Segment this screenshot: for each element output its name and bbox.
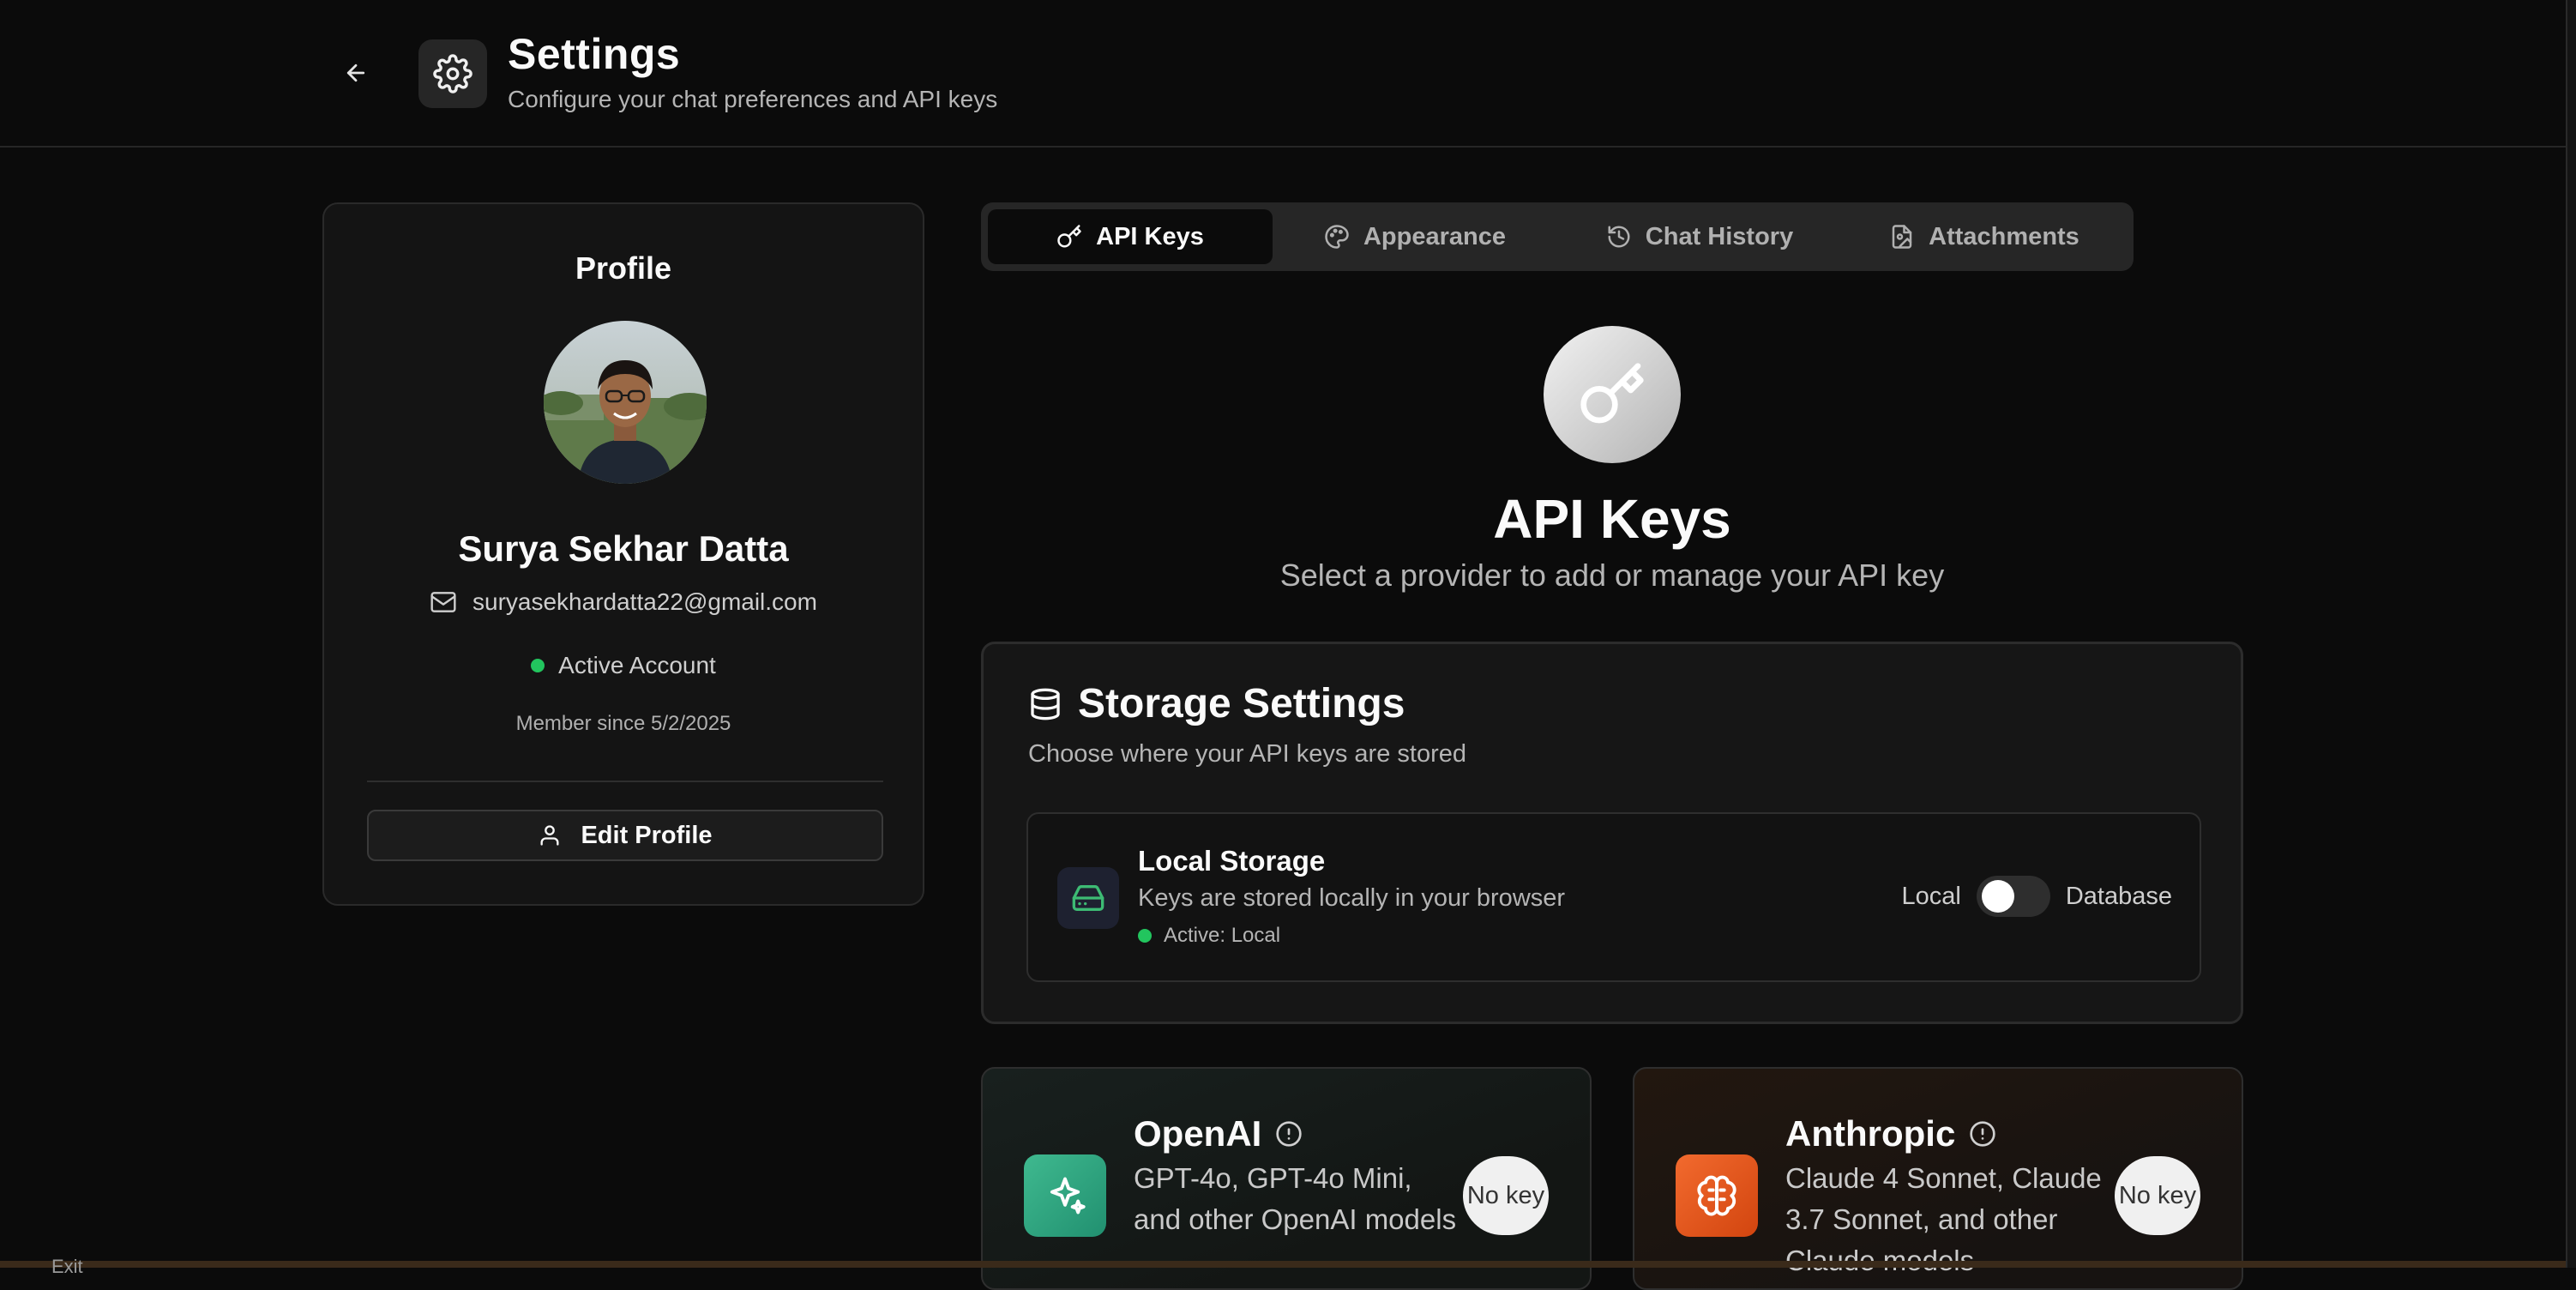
- active-label: Active: Local: [1164, 924, 1281, 947]
- provider-card-anthropic[interactable]: Anthropic Claude 4 Sonnet, Claude 3.7 So…: [1633, 1067, 2243, 1290]
- settings-tabs: API Keys Appearance Chat History Attachm…: [981, 202, 2134, 271]
- storage-heading: Storage Settings: [1028, 680, 1405, 727]
- local-storage-description: Keys are stored locally in your browser: [1138, 884, 1566, 912]
- brain-icon: [1697, 1175, 1736, 1216]
- back-button[interactable]: [340, 57, 372, 89]
- storage-toggle-group: Local Database: [1902, 876, 2172, 917]
- section-subtitle: Select a provider to add or manage your …: [1279, 558, 1945, 593]
- database-icon: [1031, 688, 1060, 720]
- member-since: Member since 5/2/2025: [515, 712, 731, 735]
- active-dot-icon: [1138, 929, 1152, 943]
- mail-icon: [430, 592, 456, 612]
- profile-heading: Profile: [575, 250, 672, 286]
- user-icon: [540, 825, 559, 846]
- tab-label: Chat History: [1645, 222, 1794, 250]
- local-storage-option: Local Storage Keys are stored locally in…: [1026, 812, 2201, 982]
- openai-logo: [1024, 1154, 1106, 1237]
- info-icon[interactable]: [1275, 1120, 1303, 1148]
- account-status: Active Account: [324, 652, 923, 679]
- sparkles-icon: [1050, 1177, 1086, 1215]
- key-status-badge: No key: [2115, 1156, 2200, 1235]
- tab-label: API Keys: [1096, 222, 1204, 250]
- api-key-badge: [1544, 326, 1681, 463]
- key-status-badge: No key: [1463, 1156, 1549, 1235]
- provider-card-openai[interactable]: OpenAI GPT-4o, GPT-4o Mini, and other Op…: [981, 1067, 1592, 1290]
- storage-description: Choose where your API keys are stored: [1028, 740, 1466, 768]
- email-row: suryasekhardatta22@gmail.com: [324, 588, 923, 616]
- key-icon: [1057, 225, 1081, 248]
- active-indicator: Active: Local: [1138, 924, 1280, 948]
- tab-appearance[interactable]: Appearance: [1273, 209, 1557, 264]
- tab-api-keys[interactable]: API Keys: [988, 209, 1273, 264]
- toggle-right-label: Database: [2065, 882, 2172, 910]
- tab-chat-history[interactable]: Chat History: [1557, 209, 1842, 264]
- profile-email: suryasekhardatta22@gmail.com: [472, 588, 817, 615]
- provider-name: OpenAI: [1134, 1113, 1262, 1154]
- tab-label: Attachments: [1929, 222, 2079, 250]
- key-icon: [1580, 363, 1644, 424]
- divider: [367, 781, 883, 782]
- page-header: Settings Configure your chat preferences…: [0, 0, 2566, 148]
- profile-name: Surya Sekhar Datta: [458, 528, 789, 569]
- provider-name: Anthropic: [1785, 1113, 1956, 1154]
- anthropic-logo: [1676, 1154, 1758, 1237]
- history-icon: [1608, 226, 1630, 248]
- status-dot-icon: [531, 659, 545, 672]
- storage-settings-card: Storage Settings Choose where your API k…: [981, 642, 2243, 1024]
- window-bottom-edge: [0, 1261, 2566, 1268]
- drive-badge: [1057, 867, 1119, 929]
- storage-title: Storage Settings: [1078, 681, 1405, 726]
- settings-badge: [418, 39, 487, 108]
- storage-toggle[interactable]: [1976, 876, 2050, 917]
- toggle-left-label: Local: [1901, 882, 1961, 910]
- tab-attachments[interactable]: Attachments: [1842, 209, 2127, 264]
- profile-card: Profile Surya Sekhar Datta suryasekharda…: [322, 202, 924, 906]
- hard-drive-icon: [1072, 885, 1104, 911]
- provider-name-row: OpenAI: [1134, 1113, 1303, 1154]
- section-title: API Keys: [1493, 488, 1731, 550]
- page-title: Settings: [508, 30, 681, 78]
- account-status-label: Active Account: [558, 652, 716, 678]
- page-subtitle: Configure your chat preferences and API …: [508, 86, 998, 112]
- palette-icon: [1325, 225, 1349, 249]
- provider-description: GPT-4o, GPT-4o Mini, and other OpenAI mo…: [1134, 1162, 1457, 1235]
- window-edge: [2566, 0, 2576, 1268]
- toggle-knob: [1981, 880, 2014, 913]
- edit-profile-button[interactable]: Edit Profile: [367, 810, 883, 861]
- provider-name-row: Anthropic: [1785, 1113, 1996, 1154]
- avatar: [544, 321, 707, 484]
- local-storage-title: Local Storage: [1138, 845, 1326, 877]
- bottom-fragment-text: Exit: [51, 1256, 83, 1277]
- file-image-icon: [1892, 225, 1912, 249]
- gear-icon: [433, 54, 472, 93]
- tab-label: Appearance: [1363, 222, 1506, 250]
- info-icon[interactable]: [1969, 1120, 1996, 1148]
- edit-profile-label: Edit Profile: [581, 821, 713, 849]
- arrow-left-icon: [346, 63, 365, 82]
